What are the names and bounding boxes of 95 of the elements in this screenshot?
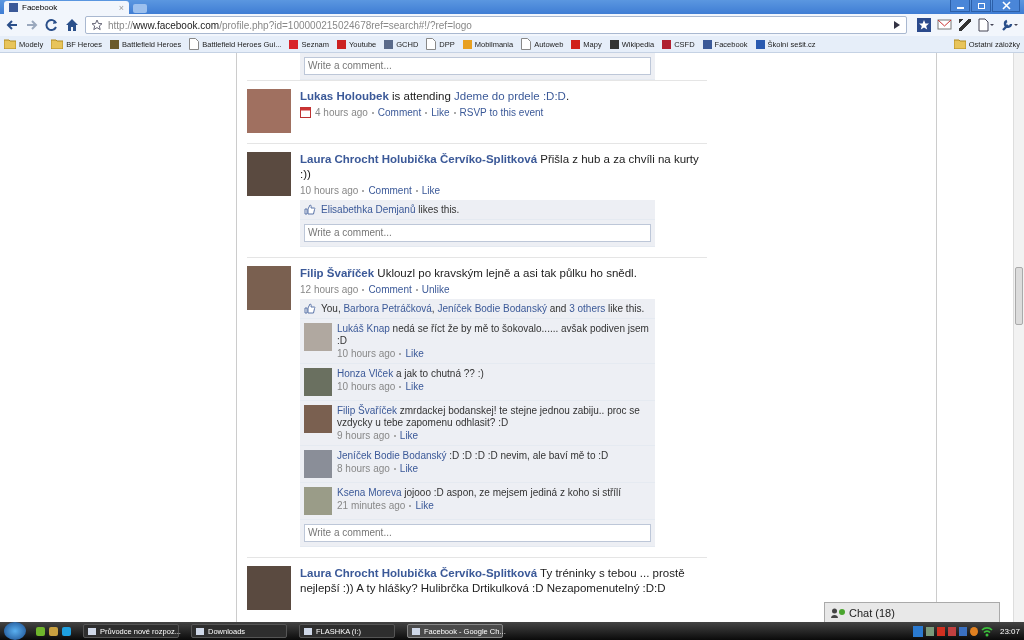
comment-text: Lukáš Knap nedá se říct že by mě to šokovalo...... avšak podiven jsem :D (337, 323, 650, 347)
like-link[interactable]: Like (415, 500, 434, 511)
wifi-icon[interactable] (980, 625, 993, 637)
thumbs-up-icon (304, 204, 316, 215)
close-icon (1001, 1, 1011, 10)
facebook-icon (9, 3, 18, 12)
wrench-icon[interactable] (1001, 18, 1019, 32)
photo-placeholder (304, 450, 332, 478)
chat-label: Chat (18) (849, 606, 895, 619)
thumbs-up-icon (304, 303, 316, 314)
event-link[interactable]: Jdeme do prdele :D:D (454, 90, 566, 102)
comment-field[interactable]: Write a comment... (304, 524, 651, 542)
folder-icon (4, 39, 16, 49)
chat-bar[interactable]: Chat (18) (824, 602, 1000, 622)
go-icon[interactable] (893, 20, 901, 30)
folder-icon (953, 39, 966, 49)
timestamp: 4 hours ago (315, 107, 368, 118)
calendar-icon (300, 107, 311, 118)
action-link[interactable]: Unlike (421, 284, 450, 295)
profile-link[interactable]: Barbora Petráčková (343, 303, 432, 314)
start-button[interactable] (4, 622, 26, 640)
reload-icon[interactable] (45, 18, 59, 32)
comment-text: Jeníček Bodie Bodanský :D :D :D :D nevim, ale baví mě to :D (337, 450, 610, 462)
action-link[interactable]: Comment (368, 185, 412, 196)
comment-text: Ksena Moreva jojooo :D aspon, ze mejsem jediná z koho si střílí (337, 487, 623, 499)
page-menu-icon[interactable] (977, 18, 995, 32)
photo-placeholder (247, 566, 291, 610)
comment-field[interactable]: Write a comment... (304, 57, 651, 75)
author-link[interactable]: Ksena Moreva (337, 487, 402, 498)
address-bar[interactable]: http://www.facebook.com/profile.php?id=100000215024678ref=search#!/?ref=logo (85, 16, 907, 34)
tray-icon[interactable] (936, 626, 945, 636)
mail-icon[interactable] (937, 18, 953, 32)
action-link[interactable]: RSVP to this event (459, 107, 544, 118)
profile-link[interactable]: Elisabethka Demjanů (321, 204, 416, 215)
timestamp: 9 hours ago (337, 430, 390, 441)
post-text: Laura Chrocht Holubička Červíko-Splitková Ty tréninky s tebou ... prostě nejlepší :)) A ty hlášky? Hulibrčka Drtikulková :D Nezapomenutelný :D:D (300, 566, 686, 596)
timestamp: 10 hours ago (337, 381, 396, 392)
clock: 23:07 (999, 626, 1020, 636)
maximize-icon (976, 1, 986, 10)
home-icon[interactable] (65, 18, 79, 32)
photo-placeholder (304, 487, 332, 515)
photo-placeholder (247, 152, 291, 196)
action-link[interactable]: Comment (377, 107, 422, 118)
timestamp: 10 hours ago (337, 348, 396, 359)
author-link[interactable]: Filip Švaříček (300, 267, 375, 279)
likes-text: You, Barbora Petráčková, Jeníček Bodie Bodanský and 3 others like this. (321, 303, 645, 314)
likes-text: Elisabethka Demjanů likes this. (321, 204, 460, 215)
star-icon[interactable] (91, 19, 103, 31)
photo-placeholder (304, 405, 332, 433)
author-link[interactable]: Laura Chrocht Holubička Červíko-Splitková (300, 567, 538, 579)
online-friends-icon (831, 607, 845, 618)
folder-icon (51, 39, 64, 49)
app-icon[interactable] (49, 626, 58, 636)
timestamp: 12 hours ago (300, 284, 359, 295)
action-link[interactable]: Like (421, 185, 441, 196)
author-link[interactable]: Filip Švaříček (337, 405, 397, 416)
photo-placeholder (304, 368, 332, 396)
timestamp: 8 hours ago (337, 463, 390, 474)
action-link[interactable]: Like (431, 107, 450, 118)
page-icon (521, 38, 532, 50)
photo-placeholder (247, 266, 291, 310)
like-link[interactable]: Like (399, 463, 419, 474)
action-link[interactable]: Comment (368, 284, 412, 295)
star-icon[interactable] (917, 18, 931, 32)
minimize-button[interactable] (950, 0, 970, 12)
photo-placeholder (304, 323, 332, 351)
photo-placeholder (247, 89, 291, 133)
author-link[interactable]: Lukáš Knap (337, 323, 390, 334)
post-text: Lukas Holoubek is attending Jdeme do prdele :D:D. (300, 89, 571, 104)
like-link[interactable]: Like (405, 348, 424, 359)
browser-tab[interactable]: Facebook × (4, 1, 129, 14)
maximize-button[interactable] (971, 0, 991, 12)
scrollbar-thumb[interactable] (1015, 267, 1023, 325)
post-text: Filip Švaříček Uklouzl po kravským lejně a asi tak půlku ho snědl. (300, 266, 638, 281)
close-button[interactable] (992, 0, 1020, 12)
comment-text: Filip Švaříček zmrdackej bodanskej! te stejne jednou zabiju.. proc se vzdycky u tebe zapomenu odhlasit? :D (337, 405, 641, 429)
scrollbar[interactable] (1013, 53, 1024, 622)
author-link[interactable]: Jeníček Bodie Bodanský (337, 450, 447, 461)
like-link[interactable]: Like (405, 381, 424, 392)
timestamp: 10 hours ago (300, 185, 359, 196)
comment-field[interactable]: Write a comment... (304, 224, 651, 242)
author-link[interactable]: Laura Chrocht Holubička Červíko-Splitková (300, 153, 538, 165)
profile-link[interactable]: Jeníček Bodie Bodanský (437, 303, 547, 314)
back-icon[interactable] (5, 18, 19, 32)
comment-text: Honza Vlček a jak to chutná ?? :) (337, 368, 485, 380)
author-link[interactable]: Lukas Holoubek (300, 90, 389, 102)
profile-link[interactable]: 3 others (569, 303, 606, 314)
tab-title: Facebook (22, 3, 59, 12)
timestamp: 21 minutes ago (337, 500, 406, 511)
page-icon (189, 38, 200, 50)
page-icon (426, 38, 437, 50)
author-link[interactable]: Honza Vlček (337, 368, 394, 379)
like-link[interactable]: Like (399, 430, 419, 441)
post-text: Laura Chrocht Holubička Červíko-Splitková Přišla z hub a za chvíli na kurty :)) (300, 152, 700, 182)
url-text: http://www.facebook.com/profile.php?id=100000215024678ref=search#!/?ref=logo (108, 19, 473, 31)
